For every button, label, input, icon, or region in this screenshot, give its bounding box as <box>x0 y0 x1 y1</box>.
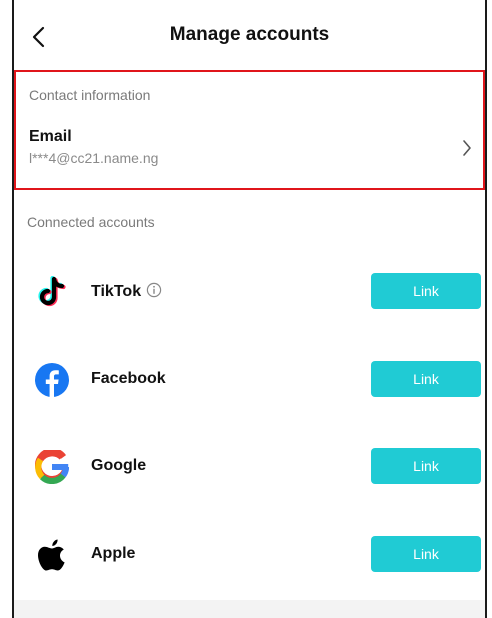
account-row-apple: Apple Link <box>14 531 485 579</box>
contact-information-section: Contact information Email l***4@cc21.nam… <box>14 70 485 190</box>
bottom-divider-area <box>14 600 485 618</box>
account-name-facebook: Facebook <box>91 370 166 387</box>
account-name-tiktok: TikTok <box>91 282 162 301</box>
connected-accounts-label: Connected accounts <box>27 214 155 230</box>
chevron-right-icon <box>463 140 471 156</box>
email-value: l***4@cc21.name.ng <box>29 150 159 166</box>
header: Manage accounts <box>14 0 485 72</box>
google-icon <box>34 449 70 485</box>
email-label: Email <box>29 128 72 145</box>
page-title: Manage accounts <box>169 24 330 45</box>
account-label-tiktok: TikTok <box>91 283 142 300</box>
info-icon[interactable] <box>146 282 162 298</box>
facebook-icon <box>34 362 70 398</box>
email-row[interactable]: Email l***4@cc21.name.ng <box>16 124 483 174</box>
account-row-tiktok: TikTok Link <box>14 268 485 316</box>
contact-information-label: Contact information <box>29 87 151 103</box>
apple-icon <box>34 537 70 573</box>
account-row-facebook: Facebook Link <box>14 356 485 404</box>
link-apple-button[interactable]: Link <box>371 536 481 572</box>
account-row-google: Google Link <box>14 443 485 491</box>
link-tiktok-button[interactable]: Link <box>371 273 481 309</box>
tiktok-icon <box>34 274 70 310</box>
account-name-apple: Apple <box>91 545 136 562</box>
link-google-button[interactable]: Link <box>371 448 481 484</box>
app-frame: Manage accounts Contact information Emai… <box>12 0 487 618</box>
link-facebook-button[interactable]: Link <box>371 361 481 397</box>
account-name-google: Google <box>91 457 147 474</box>
